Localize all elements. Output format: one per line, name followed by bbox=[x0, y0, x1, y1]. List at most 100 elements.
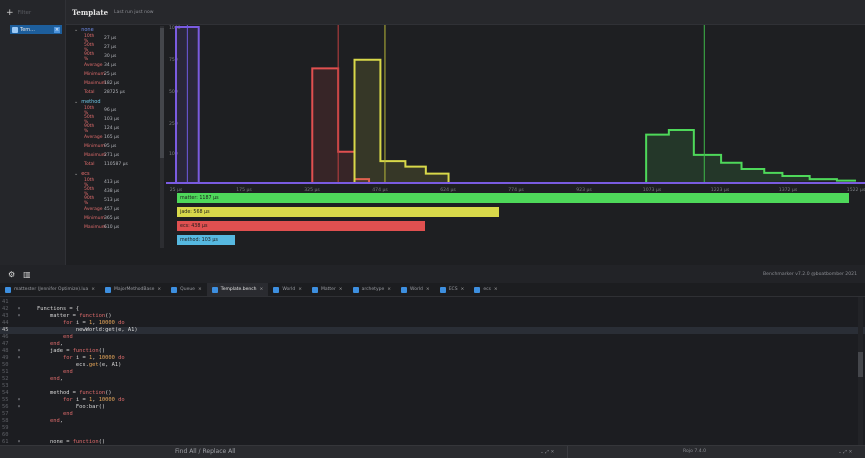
chart-icon[interactable]: ▥ bbox=[23, 270, 31, 279]
summary-bar-label: method: 103 μs bbox=[180, 237, 218, 243]
chevron-down-icon[interactable]: ⌄ bbox=[74, 171, 78, 177]
stat-label: Average bbox=[84, 135, 103, 140]
code-line[interactable]: 41 bbox=[0, 299, 865, 306]
find-controls-left[interactable]: ⌄ ⤢ ✕ bbox=[540, 449, 554, 455]
line-number: 53 bbox=[2, 383, 9, 389]
code-line[interactable]: 60 bbox=[0, 432, 865, 439]
code-editor[interactable]: 41 42 ▾ Functions = {43 ▾ matter = function… bbox=[0, 297, 865, 445]
stat-value: 365 μs bbox=[104, 216, 120, 221]
script-tabs: mattester (Jennifer Optimize).lua × MajorM… bbox=[0, 283, 865, 297]
close-icon[interactable]: × bbox=[298, 287, 302, 292]
close-icon[interactable]: × bbox=[339, 287, 343, 292]
sidebar-item-template[interactable]: Tem... × bbox=[10, 25, 62, 34]
code-line[interactable]: 46 end bbox=[0, 334, 865, 341]
stat-label: Maximum bbox=[84, 81, 107, 86]
code-line[interactable]: 51 end bbox=[0, 369, 865, 376]
close-icon[interactable]: × bbox=[494, 287, 498, 292]
stat-label: Maximum bbox=[84, 153, 107, 158]
code-line[interactable]: 59 bbox=[0, 425, 865, 432]
summary-bar-label: jade: 568 μs bbox=[180, 209, 210, 215]
code-line[interactable]: 42 ▾ Functions = { bbox=[0, 306, 865, 313]
stat-label: Maximum bbox=[84, 225, 107, 230]
fold-toggle-icon[interactable]: ▾ bbox=[14, 397, 24, 404]
code-text: for i = 1, 10000 do bbox=[62, 397, 125, 403]
plus-icon[interactable]: + bbox=[6, 8, 14, 18]
settings-icon[interactable]: ⚙ bbox=[8, 270, 15, 279]
fold-toggle-icon[interactable]: ▾ bbox=[14, 355, 24, 362]
stat-label: 90th % bbox=[84, 123, 95, 134]
code-line[interactable]: 45 newWorld:get(e, A1) bbox=[0, 327, 865, 334]
tab-world[interactable]: World × bbox=[268, 283, 307, 296]
benchmark-sidebar: + Filter Tem... × bbox=[0, 0, 66, 265]
find-controls-right[interactable]: ⌄ ⤢ ✕ bbox=[838, 449, 852, 455]
rojo-version-text: Rojo 7.4.0 bbox=[683, 449, 707, 454]
close-icon[interactable]: × bbox=[260, 287, 264, 292]
fold-toggle-icon[interactable]: ▾ bbox=[14, 404, 24, 411]
find-replace-label[interactable]: Find All / Replace All bbox=[175, 448, 236, 455]
tab-world[interactable]: World × bbox=[396, 283, 435, 296]
code-line[interactable]: 44 for i = 1, 10000 do bbox=[0, 320, 865, 327]
code-text: end, bbox=[49, 341, 63, 347]
summary-bar: jade: 568 μs bbox=[177, 207, 499, 217]
code-text: method = function() bbox=[24, 390, 112, 396]
stat-value: 110587 μs bbox=[104, 162, 128, 167]
tab-label: archetype bbox=[361, 287, 385, 292]
tab-label: Template.bench bbox=[220, 287, 257, 292]
code-line[interactable]: 49 ▾ for i = 1, 10000 do bbox=[0, 355, 865, 362]
tab-ecs[interactable]: ECS × bbox=[435, 283, 470, 296]
chevron-down-icon[interactable]: ⌄ bbox=[74, 99, 78, 105]
file-icon bbox=[12, 26, 18, 33]
code-line[interactable]: 56 ▾ Foo:bar() bbox=[0, 404, 865, 411]
close-icon[interactable]: × bbox=[54, 26, 60, 33]
code-line[interactable]: 53 bbox=[0, 383, 865, 390]
stats-row: 90th % 124 μs bbox=[70, 123, 160, 134]
tab-label: MajorMethodBase bbox=[114, 287, 155, 292]
tab-ecs[interactable]: ecs × bbox=[469, 283, 502, 296]
fold-toggle-icon[interactable]: ▾ bbox=[14, 306, 24, 313]
close-icon[interactable]: × bbox=[426, 287, 430, 292]
scrollbar-thumb[interactable] bbox=[160, 28, 164, 158]
tab-label: World bbox=[282, 287, 296, 292]
fold-toggle-icon[interactable]: ▾ bbox=[14, 313, 24, 320]
code-line[interactable]: 52 end, bbox=[0, 376, 865, 383]
stats-row: Average 34 μs bbox=[70, 61, 160, 70]
code-line[interactable]: 47 end, bbox=[0, 341, 865, 348]
last-run-text: Last run just now bbox=[114, 9, 154, 15]
code-line[interactable]: 54 method = function() bbox=[0, 390, 865, 397]
tab-template-bench[interactable]: Template.bench × bbox=[206, 283, 269, 296]
close-icon[interactable]: × bbox=[461, 287, 465, 292]
close-icon[interactable]: × bbox=[198, 287, 202, 292]
stat-value: 96 μs bbox=[104, 108, 117, 113]
code-text: Functions = { bbox=[24, 306, 80, 312]
stats-row: Average 165 μs bbox=[70, 133, 160, 142]
tab-mattester-jennifer-optimize-lua[interactable]: mattester (Jennifer Optimize).lua × bbox=[0, 283, 100, 296]
script-icon bbox=[312, 286, 318, 293]
code-line[interactable]: 57 end bbox=[0, 411, 865, 418]
chevron-down-icon[interactable]: ⌄ bbox=[74, 27, 78, 33]
code-line[interactable]: 58 end, bbox=[0, 418, 865, 425]
code-text: end bbox=[62, 369, 73, 375]
code-line[interactable]: 50 ecs.get(e, A1) bbox=[0, 362, 865, 369]
code-line[interactable]: 55 ▾ for i = 1, 10000 do bbox=[0, 397, 865, 404]
tab-matter[interactable]: Matter × bbox=[307, 283, 348, 296]
close-icon[interactable]: × bbox=[91, 287, 95, 292]
filter-bar[interactable]: + Filter bbox=[6, 6, 60, 20]
code-text: jade = function() bbox=[24, 348, 106, 354]
scrollbar-thumb[interactable] bbox=[858, 352, 863, 377]
stat-label: 90th % bbox=[84, 51, 95, 62]
filter-input[interactable]: Filter bbox=[18, 10, 32, 16]
series-fill-matter bbox=[646, 129, 856, 183]
code-line[interactable]: 43 ▾ matter = function() bbox=[0, 313, 865, 320]
fold-toggle-icon[interactable]: ▾ bbox=[14, 348, 24, 355]
stats-group-name: method bbox=[81, 98, 101, 105]
tab-majormethodbase[interactable]: MajorMethodBase × bbox=[100, 283, 166, 296]
tab-queue[interactable]: Queue × bbox=[166, 283, 207, 296]
tab-archetype[interactable]: archetype × bbox=[348, 283, 396, 296]
close-icon[interactable]: × bbox=[387, 287, 391, 292]
code-line[interactable]: 48 ▾ jade = function() bbox=[0, 348, 865, 355]
stats-scrollbar[interactable] bbox=[160, 26, 164, 248]
stat-label: Minimum bbox=[84, 216, 105, 221]
editor-scrollbar[interactable] bbox=[858, 297, 863, 445]
close-icon[interactable]: × bbox=[157, 287, 161, 292]
line-number: 52 bbox=[2, 376, 9, 382]
